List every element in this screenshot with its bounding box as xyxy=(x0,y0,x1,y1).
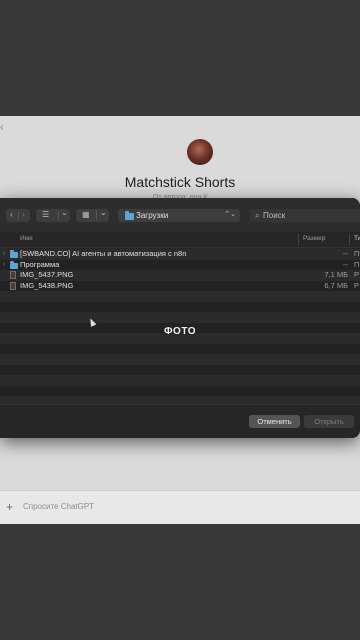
chevron-down-icon[interactable]: ⌄ xyxy=(100,208,107,218)
file-kind: P xyxy=(354,280,360,290)
file-kind: П xyxy=(354,249,360,258)
forward-arrow-icon[interactable]: › xyxy=(22,210,25,220)
file-row[interactable]: › [SWBAND.CO] AI агенты и автоматизация … xyxy=(0,249,360,260)
cancel-button[interactable]: Отменить xyxy=(249,415,300,428)
file-size: -- xyxy=(343,249,348,258)
empty-row xyxy=(0,396,360,404)
search-placeholder: Поиск xyxy=(263,211,286,220)
file-name: IMG_5437.PNG xyxy=(20,270,74,279)
image-file-icon xyxy=(10,281,16,290)
file-size: 7,1 МБ xyxy=(324,270,348,279)
column-divider xyxy=(349,234,350,245)
plus-icon[interactable]: + xyxy=(6,500,13,514)
search-icon: ⌕ xyxy=(255,211,260,220)
file-name: Программа xyxy=(20,259,60,269)
empty-row xyxy=(0,364,360,375)
dialog-footer: Отменить Открыть xyxy=(0,404,360,438)
column-name[interactable]: Имя xyxy=(20,235,33,242)
composer-bar[interactable]: + Спросите ChatGPT xyxy=(0,490,360,524)
grid-separator xyxy=(96,211,97,220)
column-divider xyxy=(298,234,299,245)
empty-row xyxy=(0,312,360,323)
folder-icon xyxy=(125,211,134,220)
file-size: 6,7 МБ xyxy=(324,280,348,290)
overlay-caption: ФОТО xyxy=(164,326,196,337)
empty-row xyxy=(0,375,360,386)
file-row[interactable]: › Программа -- П xyxy=(0,259,360,270)
grid-view-button[interactable]: ▦ ⌄ xyxy=(76,208,109,222)
profile-title: Matchstick Shorts xyxy=(124,174,236,190)
file-kind: П xyxy=(354,259,360,269)
location-label: Загрузки xyxy=(136,211,169,220)
file-row[interactable]: IMG_5438.PNG 6,7 МБ P xyxy=(0,280,360,291)
disclosure-chevron-icon[interactable]: › xyxy=(3,260,5,270)
view-separator xyxy=(58,211,59,220)
back-arrow-icon[interactable]: ‹ xyxy=(10,210,13,220)
folder-icon xyxy=(10,260,18,269)
empty-row xyxy=(0,385,360,396)
empty-row xyxy=(0,354,360,365)
disclosure-chevron-icon[interactable]: › xyxy=(3,249,5,259)
image-file-icon xyxy=(10,271,16,279)
list-view-button[interactable]: ☰ ⌄ xyxy=(36,208,70,222)
location-popup[interactable]: Загрузки ⌃⌄ xyxy=(118,209,240,222)
grid-view-icon: ▦ xyxy=(82,210,90,219)
dialog-toolbar: ‹ › ☰ ⌄ ▦ ⌄ Загрузки ⌃⌄ ⌕ Поиск xyxy=(0,198,360,232)
screen: ‹ Matchstick Shorts От автора: рон # + С… xyxy=(0,0,360,640)
updown-chevron-icon: ⌃⌄ xyxy=(224,211,236,218)
file-size: -- xyxy=(343,259,348,269)
file-row[interactable]: IMG_5437.PNG 7,1 МБ P xyxy=(0,270,360,281)
empty-row xyxy=(0,291,360,302)
open-button[interactable]: Открыть xyxy=(304,415,354,428)
file-name: [SWBAND.CO] AI агенты и автоматизация с … xyxy=(20,249,187,258)
column-header: Имя Размер Ти xyxy=(0,232,360,248)
list-view-icon: ☰ xyxy=(42,210,50,219)
file-kind: P xyxy=(354,270,360,279)
column-kind[interactable]: Ти xyxy=(354,235,360,242)
file-picker-dialog: ‹ › ☰ ⌄ ▦ ⌄ Загрузки ⌃⌄ ⌕ Поиск Имя Разм… xyxy=(0,198,360,438)
profile-avatar xyxy=(187,139,213,165)
back-icon[interactable]: ‹ xyxy=(0,122,3,133)
nav-separator xyxy=(18,211,19,220)
chevron-down-icon[interactable]: ⌄ xyxy=(61,208,68,218)
composer-input[interactable]: Спросите ChatGPT xyxy=(23,502,94,511)
folder-icon xyxy=(10,250,18,258)
file-name: IMG_5438.PNG xyxy=(20,280,74,290)
column-size[interactable]: Размер xyxy=(303,235,325,242)
empty-row xyxy=(0,343,360,354)
nav-buttons: ‹ › xyxy=(6,209,30,222)
search-field[interactable]: ⌕ Поиск xyxy=(250,209,360,222)
empty-row xyxy=(0,301,360,312)
